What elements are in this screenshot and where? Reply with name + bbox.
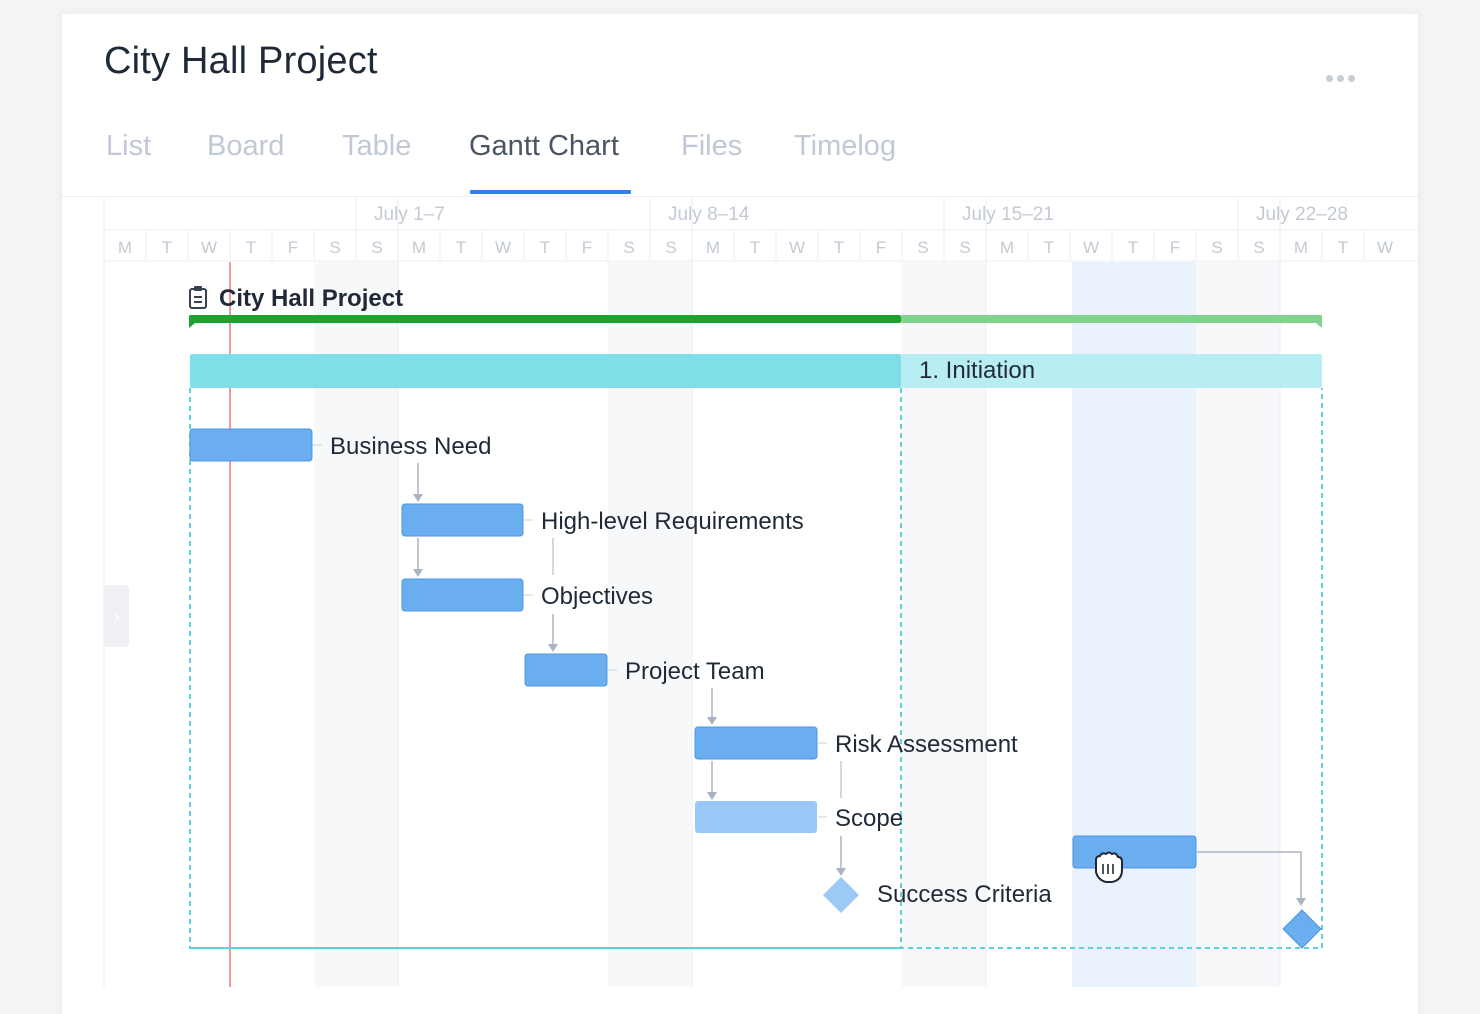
- day-label: T: [456, 238, 466, 257]
- day-label: M: [118, 238, 132, 257]
- day-label: W: [1083, 238, 1099, 257]
- day-label: W: [1377, 238, 1393, 257]
- day-label: T: [246, 238, 256, 257]
- day-label: F: [876, 238, 886, 257]
- day-label: S: [959, 238, 970, 257]
- day-label: S: [1211, 238, 1222, 257]
- arrow-head: [548, 644, 558, 652]
- arrow-head: [707, 717, 717, 725]
- day-label: T: [834, 238, 844, 257]
- task-label: Scope: [835, 805, 903, 832]
- day-label: M: [412, 238, 426, 257]
- task-label: High-level Requirements: [541, 508, 804, 535]
- day-label: F: [1170, 238, 1180, 257]
- timeline-header: July 1–7 July 8–14 July 15–21 July 22–28 M T W…: [103, 198, 1418, 262]
- phase-label: 1. Initiation: [919, 357, 1035, 384]
- phase-progress-bar[interactable]: [190, 354, 901, 388]
- day-label: S: [1253, 238, 1264, 257]
- day-label: M: [706, 238, 720, 257]
- chevron-right-icon: ›: [113, 605, 120, 626]
- day-label: S: [917, 238, 928, 257]
- grab-hand-icon: [1095, 851, 1123, 883]
- gantt-canvas: July 1–7 July 8–14 July 15–21 July 22–28 M T W…: [103, 198, 1418, 987]
- arrow-head: [1296, 898, 1306, 906]
- task-label: Risk Assessment: [835, 731, 1018, 758]
- arrow-head: [413, 569, 423, 577]
- day-label: M: [1294, 238, 1308, 257]
- week-label: July 15–21: [962, 204, 1054, 225]
- project-label: City Hall Project: [219, 285, 403, 312]
- task-bar[interactable]: [695, 801, 817, 833]
- arrow-head: [707, 792, 717, 800]
- week-label: July 8–14: [668, 204, 750, 225]
- day-label: W: [789, 238, 805, 257]
- dragging-task-bar[interactable]: [1072, 835, 1197, 869]
- day-label: F: [288, 238, 298, 257]
- task-label: Objectives: [541, 583, 653, 610]
- arrow-head: [836, 868, 846, 876]
- week-label: July 22–28: [1256, 204, 1348, 225]
- week-label: July 1–7: [374, 204, 445, 225]
- day-label: S: [329, 238, 340, 257]
- milestone-label: Success Criteria: [877, 881, 1052, 908]
- day-label: T: [540, 238, 550, 257]
- day-label: S: [371, 238, 382, 257]
- day-label: T: [750, 238, 760, 257]
- gantt-chart: July 1–7 July 8–14 July 15–21 July 22–28 M T W…: [0, 0, 1480, 987]
- collapse-sidebar-button[interactable]: ›: [104, 585, 129, 647]
- day-label: M: [1000, 238, 1014, 257]
- day-label: S: [623, 238, 634, 257]
- day-label: F: [582, 238, 592, 257]
- task-label: Project Team: [625, 658, 765, 685]
- day-label: W: [201, 238, 217, 257]
- day-label: T: [1128, 238, 1138, 257]
- day-label: T: [162, 238, 172, 257]
- project-progress-bar[interactable]: [189, 315, 901, 323]
- arrow-head: [413, 494, 423, 502]
- task-bar[interactable]: [694, 726, 818, 760]
- milestone-diamond[interactable]: [823, 877, 859, 913]
- task-bar[interactable]: [189, 428, 313, 462]
- milestone-diamond[interactable]: [1282, 909, 1322, 949]
- task-bar[interactable]: [524, 653, 608, 687]
- day-label: T: [1338, 238, 1348, 257]
- task-bar[interactable]: [401, 503, 524, 537]
- project-remaining-bar[interactable]: [901, 315, 1322, 323]
- clipboard-icon: [189, 286, 207, 309]
- task-label: Business Need: [330, 433, 491, 460]
- day-label: S: [665, 238, 676, 257]
- day-label: T: [1044, 238, 1054, 257]
- task-bar[interactable]: [401, 578, 524, 612]
- day-label: W: [495, 238, 511, 257]
